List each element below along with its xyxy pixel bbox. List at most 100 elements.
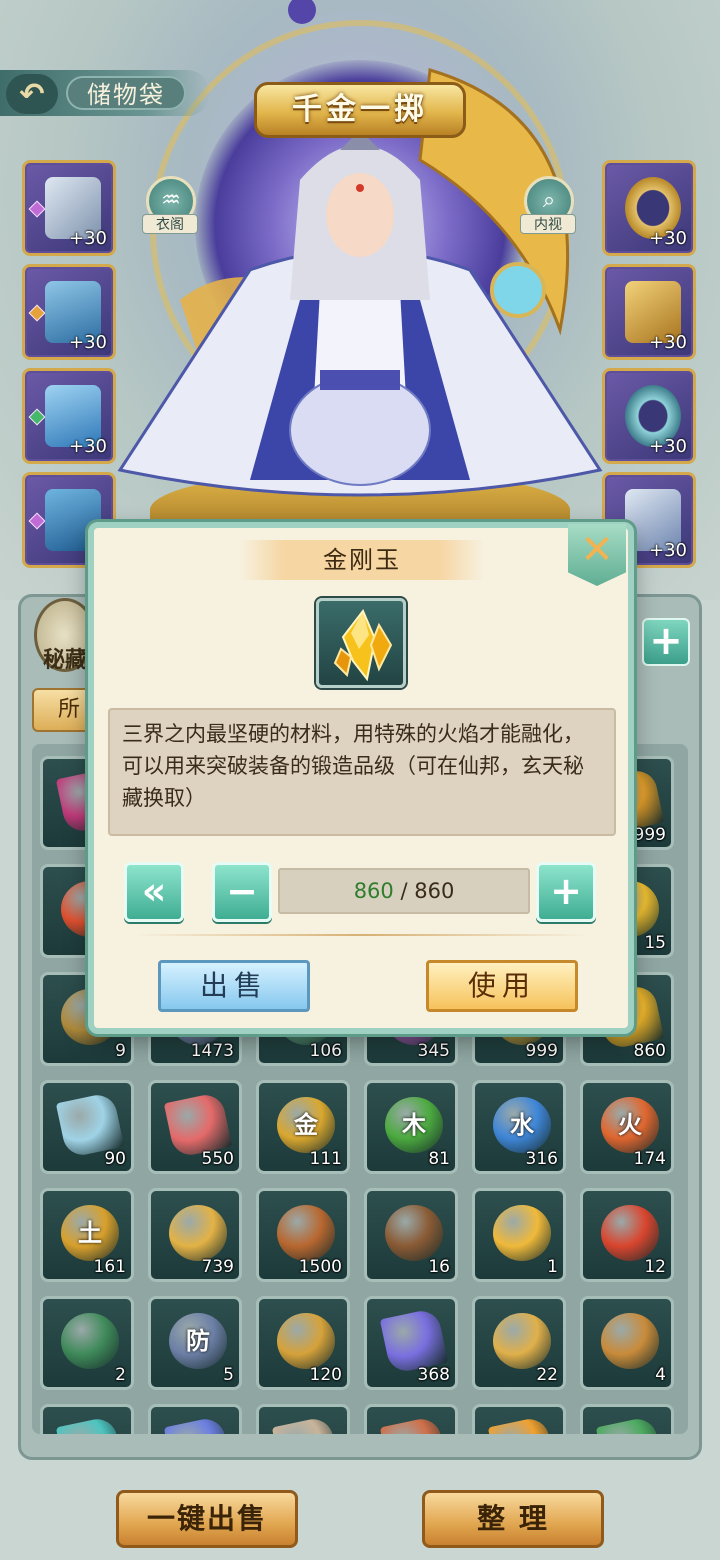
item-icon bbox=[271, 1415, 341, 1434]
plus-icon: + bbox=[550, 869, 582, 913]
item-count: 550 bbox=[201, 1149, 234, 1169]
item-name: 金刚玉 bbox=[240, 540, 484, 580]
inventory-slot[interactable]: 739 bbox=[148, 1188, 242, 1282]
inventory-slot[interactable] bbox=[148, 1404, 242, 1434]
item-glyph: 木 bbox=[402, 1111, 426, 1139]
sell-all-button[interactable]: 一键出售 bbox=[116, 1490, 298, 1548]
item-count: 999 bbox=[525, 1041, 558, 1061]
gem-icon bbox=[28, 304, 46, 322]
equip-level: +30 bbox=[69, 228, 107, 249]
item-icon bbox=[601, 1205, 659, 1261]
divider bbox=[134, 934, 590, 936]
inventory-slot[interactable]: 木 81 bbox=[364, 1080, 458, 1174]
item-count: 22 bbox=[536, 1365, 558, 1385]
item-count: 1500 bbox=[298, 1257, 342, 1277]
increase-quantity-button[interactable]: + bbox=[536, 862, 596, 922]
gem-icon bbox=[28, 512, 46, 530]
inventory-slot[interactable]: 368 bbox=[364, 1296, 458, 1390]
item-detail-dialog: 金刚玉 ✕ 三界之内最坚硬的材料，用特殊的火焰才能融化，可以用来突破装备的锻造品… bbox=[88, 522, 634, 1034]
item-icon bbox=[493, 1205, 551, 1261]
max-quantity-button[interactable]: « bbox=[124, 862, 184, 922]
item-count: 16 bbox=[428, 1257, 450, 1277]
sell-button[interactable]: 出售 bbox=[158, 960, 310, 1012]
inventory-slot[interactable]: 水 316 bbox=[472, 1080, 566, 1174]
gem-icon bbox=[28, 200, 46, 218]
magnifier-icon: ⌕ bbox=[542, 188, 556, 213]
inventory-slot[interactable] bbox=[256, 1404, 350, 1434]
equip-level: +30 bbox=[69, 332, 107, 353]
inventory-slot[interactable] bbox=[40, 1404, 134, 1434]
item-count: 4 bbox=[655, 1365, 666, 1385]
item-icon bbox=[487, 1415, 557, 1434]
item-icon bbox=[163, 1415, 233, 1434]
sort-button[interactable]: 整 理 bbox=[422, 1490, 604, 1548]
expand-bag-button[interactable]: + bbox=[642, 618, 690, 666]
item-count: 161 bbox=[93, 1257, 126, 1277]
decrease-quantity-button[interactable]: − bbox=[212, 862, 272, 922]
item-count: 174 bbox=[633, 1149, 666, 1169]
item-icon bbox=[61, 1313, 119, 1369]
equip-slot-robe[interactable]: +30 bbox=[22, 368, 116, 464]
quantity-field[interactable]: 860 / 860 bbox=[278, 868, 530, 914]
item-icon bbox=[169, 1205, 227, 1261]
item-icon bbox=[55, 1415, 125, 1434]
inventory-slot[interactable] bbox=[472, 1404, 566, 1434]
minus-icon: − bbox=[226, 869, 258, 913]
inventory-slot[interactable] bbox=[364, 1404, 458, 1434]
item-icon bbox=[385, 1205, 443, 1261]
equip-slot-ring[interactable]: +30 bbox=[602, 160, 696, 256]
use-button[interactable]: 使用 bbox=[426, 960, 578, 1012]
item-icon bbox=[277, 1205, 335, 1261]
item-count: 111 bbox=[309, 1149, 342, 1169]
equip-level: +30 bbox=[649, 228, 687, 249]
item-glyph: 防 bbox=[186, 1327, 210, 1355]
equip-level: +30 bbox=[649, 540, 687, 561]
item-count: 316 bbox=[525, 1149, 558, 1169]
inventory-slot[interactable]: 12 bbox=[580, 1188, 674, 1282]
item-count: 9 bbox=[115, 1041, 126, 1061]
inventory-slot[interactable]: 550 bbox=[148, 1080, 242, 1174]
item-count: 368 bbox=[417, 1365, 450, 1385]
inventory-slot[interactable]: 4 bbox=[580, 1296, 674, 1390]
inventory-slot[interactable]: 22 bbox=[472, 1296, 566, 1390]
item-glyph: 水 bbox=[510, 1111, 534, 1139]
close-x-icon: ✕ bbox=[580, 527, 614, 573]
inventory-slot[interactable]: 16 bbox=[364, 1188, 458, 1282]
inventory-slot[interactable]: 土 161 bbox=[40, 1188, 134, 1282]
item-description: 三界之内最坚硬的材料，用特殊的火焰才能融化，可以用来突破装备的锻造品级（可在仙邦… bbox=[108, 708, 616, 836]
item-count: 1 bbox=[547, 1257, 558, 1277]
inventory-slot[interactable]: 1 bbox=[472, 1188, 566, 1282]
equip-slot-bracelet[interactable]: +30 bbox=[602, 368, 696, 464]
item-glyph: 金 bbox=[294, 1111, 318, 1139]
inventory-slot[interactable]: 金 111 bbox=[256, 1080, 350, 1174]
inventory-slot[interactable]: 1500 bbox=[256, 1188, 350, 1282]
plus-icon: + bbox=[649, 618, 683, 664]
equip-slot-amulet[interactable]: +30 bbox=[602, 264, 696, 360]
gem-icon bbox=[28, 408, 46, 426]
secret-treasure-tab[interactable]: 秘藏 bbox=[34, 598, 96, 673]
item-count: 1473 bbox=[190, 1041, 234, 1061]
equip-level: +30 bbox=[69, 436, 107, 457]
title-banner: 千金一掷 bbox=[254, 82, 466, 138]
close-button[interactable]: ✕ bbox=[568, 524, 626, 586]
item-count: 15 bbox=[644, 933, 666, 953]
back-arrow-icon: ↶ bbox=[19, 76, 45, 112]
back-button[interactable]: ↶ bbox=[6, 74, 58, 114]
inventory-slot[interactable]: 90 bbox=[40, 1080, 134, 1174]
equip-slot-weapon[interactable]: +30 bbox=[22, 160, 116, 256]
inventory-slot[interactable]: 2 bbox=[40, 1296, 134, 1390]
item-count: 2 bbox=[115, 1365, 126, 1385]
gold-crystal-icon bbox=[333, 609, 393, 682]
item-icon-frame bbox=[316, 598, 406, 688]
equip-slot-helmet[interactable]: +30 bbox=[22, 264, 116, 360]
page-title: 储物袋 bbox=[66, 76, 186, 110]
item-glyph: 火 bbox=[618, 1111, 642, 1139]
inventory-slot[interactable]: 火 174 bbox=[580, 1080, 674, 1174]
item-count: 345 bbox=[417, 1041, 450, 1061]
equip-level: +30 bbox=[649, 332, 687, 353]
inventory-slot[interactable]: 120 bbox=[256, 1296, 350, 1390]
inventory-slot[interactable] bbox=[580, 1404, 674, 1434]
inventory-slot[interactable]: 防5 bbox=[148, 1296, 242, 1390]
item-count: 120 bbox=[309, 1365, 342, 1385]
item-count: 90 bbox=[104, 1149, 126, 1169]
